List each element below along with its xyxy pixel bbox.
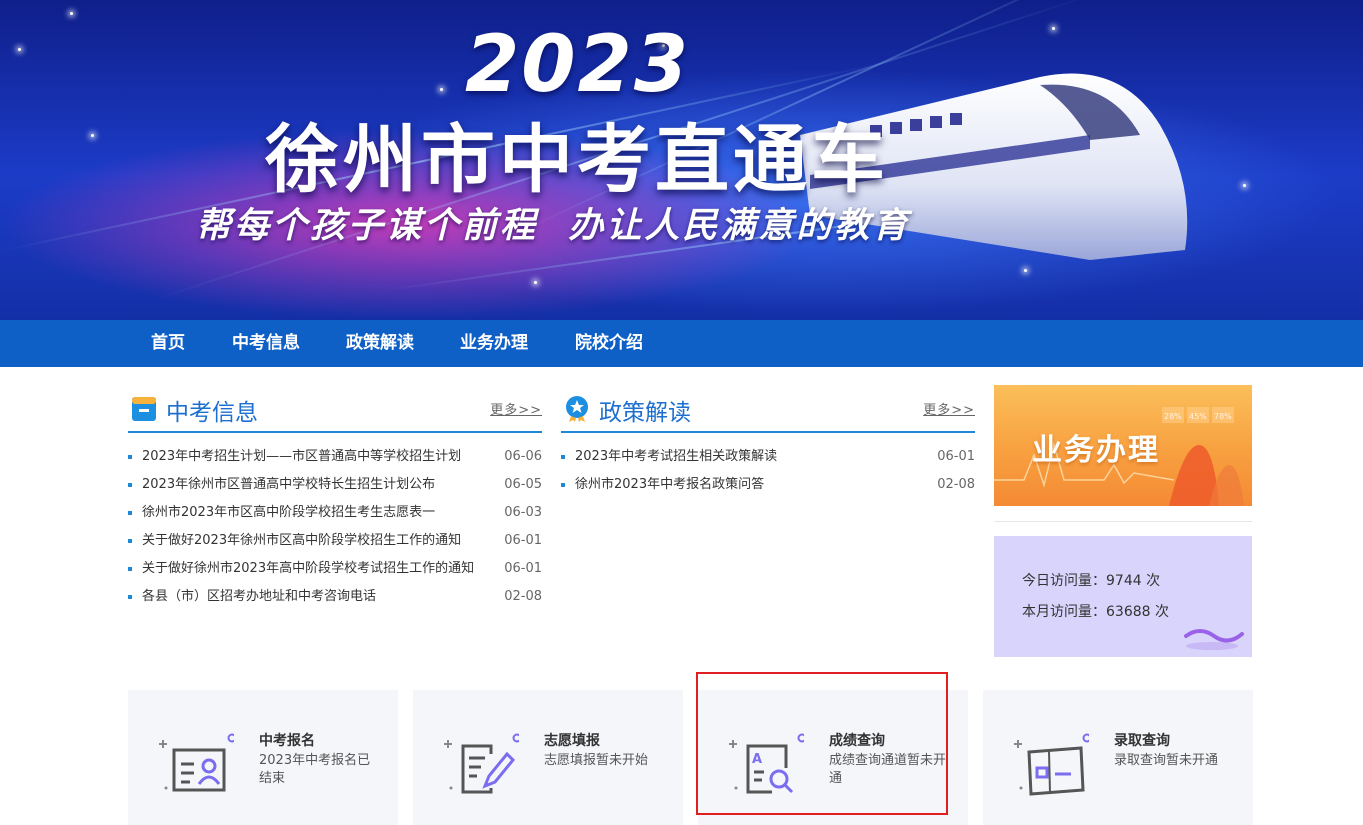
policy-more-link[interactable]: 更多>> bbox=[923, 399, 975, 418]
banner-year: 2023 bbox=[465, 20, 691, 110]
service-card-admission-query[interactable]: 录取查询 录取查询暂未开通 bbox=[983, 690, 1253, 825]
policy-header: 政策解读 更多>> bbox=[561, 385, 975, 433]
sparkle bbox=[70, 12, 73, 15]
banner-slogan: 帮每个孩子谋个前程 办让人民满意的教育 bbox=[196, 206, 911, 246]
service-card-registration[interactable]: 中考报名 2023年中考报名已结束 bbox=[128, 690, 398, 825]
service-title: 录取查询 bbox=[1114, 733, 1170, 749]
service-card-preferences[interactable]: 志愿填报 志愿填报暂未开始 bbox=[413, 690, 683, 825]
sparkle bbox=[91, 134, 94, 137]
list-item[interactable]: 关于做好徐州市2023年高中阶段学校考试招生工作的通知 06-01 bbox=[128, 555, 542, 583]
sparkle bbox=[534, 281, 537, 284]
nav-item-home[interactable]: 首页 bbox=[151, 320, 185, 367]
list-item[interactable]: 2023年中考考试招生相关政策解读 06-01 bbox=[561, 443, 975, 471]
sparkle bbox=[440, 88, 443, 91]
banner-title: 徐州市中考直通车 bbox=[265, 117, 889, 203]
sparkle bbox=[1052, 27, 1055, 30]
list-item[interactable]: 徐州市2023年中考报名政策问答 02-08 bbox=[561, 471, 975, 499]
list-item[interactable]: 徐州市2023年市区高中阶段学校招生考生志愿表一 06-03 bbox=[128, 499, 542, 527]
svg-text:A: A bbox=[752, 752, 762, 767]
exam-info-panel: 中考信息 更多>> 2023年中考招生计划——市区普通高中等学校招生计划 06-0… bbox=[128, 385, 542, 611]
service-desc: 2023年中考报名已结束 bbox=[259, 753, 371, 786]
month-visits: 本月访问量：63688 次 bbox=[1022, 604, 1169, 620]
service-desc: 成绩查询通道暂未开通 bbox=[829, 753, 947, 786]
deco-label: 78% bbox=[1214, 412, 1232, 421]
wave-decoration-icon bbox=[1184, 629, 1244, 650]
policy-title: 政策解读 bbox=[599, 400, 691, 426]
id-card-icon bbox=[159, 733, 234, 792]
list-item[interactable]: 各县（市）区招考办地址和中考咨询电话 02-08 bbox=[128, 583, 542, 611]
visit-stats: 今日访问量：9744 次 本月访问量：63688 次 bbox=[994, 536, 1252, 657]
nav-item-schools[interactable]: 院校介绍 bbox=[575, 320, 643, 367]
service-desc: 志愿填报暂未开始 bbox=[544, 753, 649, 768]
today-visits: 今日访问量：9744 次 bbox=[1022, 573, 1161, 589]
main-nav: 首页 中考信息 政策解读 业务办理 院校介绍 bbox=[0, 320, 1363, 367]
form-pen-icon bbox=[444, 733, 519, 794]
service-title: 志愿填报 bbox=[544, 733, 600, 749]
sparkle bbox=[1243, 184, 1246, 187]
sparkle bbox=[18, 48, 21, 51]
policy-panel: 政策解读 更多>> 2023年中考考试招生相关政策解读 06-01 徐州市2023… bbox=[561, 385, 975, 499]
list-item[interactable]: 2023年徐州市区普通高中学校特长生招生计划公布 06-05 bbox=[128, 471, 542, 499]
divider bbox=[994, 521, 1252, 522]
deco-label: 45% bbox=[1189, 412, 1207, 421]
service-title: 中考报名 bbox=[259, 733, 315, 749]
service-desc: 录取查询暂未开通 bbox=[1114, 753, 1219, 768]
exam-info-title: 中考信息 bbox=[166, 400, 258, 426]
folder-icon bbox=[132, 397, 156, 421]
exam-info-list: 2023年中考招生计划——市区普通高中等学校招生计划 06-06 2023年徐州市… bbox=[128, 443, 542, 611]
star-badge-icon bbox=[566, 396, 588, 422]
service-card-score-query[interactable]: A 成绩查询 成绩查询通道暂未开通 bbox=[698, 690, 968, 825]
score-search-icon: A bbox=[729, 733, 804, 794]
list-item[interactable]: 2023年中考招生计划——市区普通高中等学校招生计划 06-06 bbox=[128, 443, 542, 471]
hero-banner: 2023 徐州市中考直通车 帮每个孩子谋个前程 办让人民满意的教育 bbox=[0, 0, 1363, 320]
list-item[interactable]: 关于做好2023年徐州市区高中阶段学校招生工作的通知 06-01 bbox=[128, 527, 542, 555]
nav-item-exam-info[interactable]: 中考信息 bbox=[232, 320, 300, 367]
admission-ticket-icon bbox=[1014, 733, 1089, 796]
exam-info-more-link[interactable]: 更多>> bbox=[490, 399, 542, 418]
service-title: 成绩查询 bbox=[829, 733, 885, 749]
business-banner[interactable]: 28% 45% 78% 业务办理 bbox=[994, 385, 1252, 506]
policy-list: 2023年中考考试招生相关政策解读 06-01 徐州市2023年中考报名政策问答 0… bbox=[561, 443, 975, 499]
business-banner-label: 业务办理 bbox=[1032, 433, 1160, 468]
exam-info-header: 中考信息 更多>> bbox=[128, 385, 542, 433]
deco-label: 28% bbox=[1164, 412, 1182, 421]
nav-item-business[interactable]: 业务办理 bbox=[460, 320, 528, 367]
nav-item-policy[interactable]: 政策解读 bbox=[346, 320, 414, 367]
